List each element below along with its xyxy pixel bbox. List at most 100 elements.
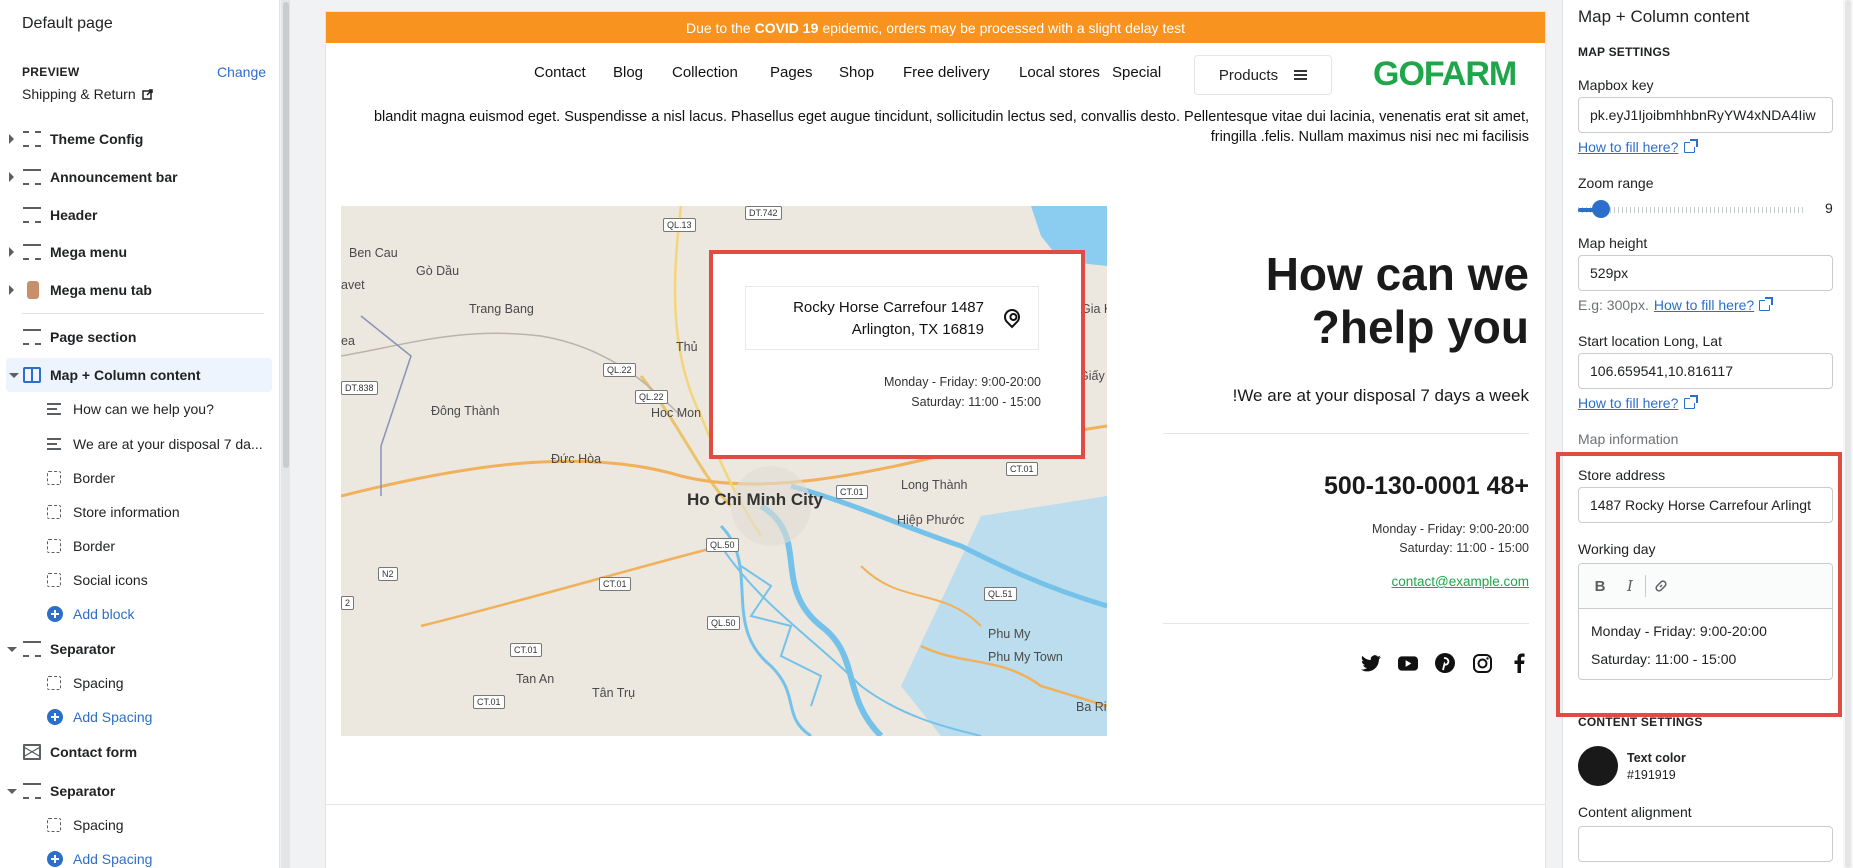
road-shield: 2 (341, 596, 355, 610)
content-alignment-select[interactable] (1578, 826, 1833, 862)
add-block-label: Add block (73, 606, 135, 622)
preview-change-link[interactable]: Change (217, 64, 266, 80)
nav-blog[interactable]: Blog (613, 64, 643, 81)
hours-weekdays: Monday - Friday: 9:00-20:00 (1371, 522, 1529, 536)
start-location-input[interactable]: 106.659541,10.816117 (1578, 353, 1833, 389)
block-border[interactable]: Border (0, 529, 272, 563)
caret-down-icon[interactable] (9, 372, 19, 378)
store-logo[interactable]: GOFARM (1373, 55, 1517, 94)
nav-collection[interactable]: Collection (672, 64, 738, 81)
add-spacing-button[interactable]: Add Spacing (0, 842, 272, 868)
twitter-icon[interactable] (1361, 653, 1381, 673)
email-link[interactable]: contact@example.com (1391, 574, 1529, 589)
sidebar-scrollbar-thumb[interactable] (283, 2, 289, 468)
mapbox-key-input[interactable]: pk.eyJ1IjoibmhhbnRyYW4xNDA4Iiw (1578, 97, 1833, 133)
facebook-icon[interactable] (1509, 653, 1529, 673)
block-heading[interactable]: How can we help you? (0, 392, 272, 426)
section-separator[interactable]: Separator (0, 774, 272, 808)
section-theme-config[interactable]: Theme Config (0, 122, 272, 156)
mapbox-key-help-link[interactable]: How to fill here? (1578, 138, 1699, 155)
block-subheading[interactable]: We are at your disposal 7 da... (0, 427, 272, 461)
image-thumbnail-icon (27, 281, 39, 299)
nav-shop[interactable]: Shop (839, 64, 874, 81)
zoom-value: 9 (1825, 200, 1833, 216)
working-day-content[interactable]: Monday - Friday: 9:00-20:00 Saturday: 11… (1579, 609, 1832, 679)
zoom-slider-track[interactable] (1578, 207, 1806, 213)
section-header[interactable]: Header (0, 198, 272, 232)
text-color-value: #191919 (1627, 768, 1676, 782)
link-icon[interactable] (1646, 571, 1676, 601)
section-mega-menu[interactable]: Mega menu (0, 235, 272, 269)
working-day-label: Working day (1578, 541, 1656, 557)
caret-right-icon[interactable] (9, 285, 14, 295)
zoom-slider-thumb[interactable] (1591, 200, 1610, 218)
section-mega-menu-tab[interactable]: Mega menu tab (0, 273, 272, 307)
text-color-swatch[interactable] (1578, 746, 1618, 786)
products-menu-button[interactable]: Products (1194, 55, 1332, 95)
pinterest-icon[interactable] (1435, 653, 1455, 673)
youtube-icon[interactable] (1398, 653, 1418, 673)
block-spacing[interactable]: Spacing (0, 808, 272, 842)
section-contact-form[interactable]: Contact form (0, 735, 272, 769)
popup-address-line-1: Rocky Horse Carrefour 1487 (793, 299, 984, 316)
contact-heading: How can we ?help you (1266, 248, 1529, 354)
main-navigation: Contact Blog Collection Pages Shop Free … (326, 43, 1545, 103)
working-day-editor[interactable]: B I Monday - Friday: 9:00-20:00 Saturday… (1578, 563, 1833, 680)
hamburger-icon (1294, 70, 1308, 80)
zoom-range-label: Zoom range (1578, 175, 1654, 191)
settings-scrollbar-thumb[interactable] (1845, 0, 1851, 868)
caret-right-icon[interactable] (9, 134, 14, 144)
nav-pages[interactable]: Pages (770, 64, 813, 81)
sections-sidebar: Default page PREVIEW Change Shipping & R… (0, 0, 280, 868)
start-location-help-link[interactable]: How to fill here? (1578, 394, 1699, 411)
block-label: Border (73, 538, 116, 554)
nav-local-stores[interactable]: Local stores (1019, 64, 1100, 81)
section-announcement-bar[interactable]: Announcement bar (0, 160, 272, 194)
products-label: Products (1218, 66, 1279, 84)
block-icon (47, 539, 61, 553)
map-place-label: Đông Thành (431, 404, 500, 418)
block-label: We are at your disposal 7 da... (73, 436, 263, 452)
road-shield: CT.01 (510, 643, 542, 657)
block-label: Social icons (73, 572, 148, 588)
block-border[interactable]: Border (0, 461, 272, 495)
road-shield: QL.51 (984, 587, 1017, 601)
help-link-text: How to fill here? (1578, 139, 1679, 155)
heading-line-1: How can we (1265, 248, 1529, 300)
start-location-label: Start location Long, Lat (1578, 333, 1722, 349)
section-separator[interactable]: Separator (0, 632, 272, 666)
block-spacing[interactable]: Spacing (0, 666, 272, 700)
block-store-information[interactable]: Store information (0, 495, 272, 529)
add-block-button[interactable]: Add block (0, 597, 272, 631)
phone-number[interactable]: 500-130-0001 48+ (1324, 472, 1529, 501)
section-map-column-content[interactable]: Map + Column content (6, 358, 272, 392)
nav-contact[interactable]: Contact (534, 64, 586, 81)
block-icon (47, 471, 61, 485)
instagram-icon[interactable] (1472, 653, 1492, 673)
road-shield: CT.01 (1006, 462, 1038, 476)
block-social-icons[interactable]: Social icons (0, 563, 272, 597)
caret-down-icon[interactable] (7, 646, 17, 652)
store-address-input[interactable]: 1487 Rocky Horse Carrefour Arlingt (1578, 487, 1833, 523)
add-spacing-button[interactable]: Add Spacing (0, 700, 272, 734)
hours-saturday: Saturday: 11:00 - 15:00 (1399, 541, 1529, 555)
map-place-label: Ba Ri (1076, 700, 1107, 714)
caret-right-icon[interactable] (9, 247, 14, 257)
road-shield: CT.01 (599, 577, 631, 591)
section-label: Page section (50, 329, 137, 345)
section-page-section[interactable]: Page section (0, 320, 272, 354)
map-place-label: ea (341, 334, 355, 348)
preview-page-value[interactable]: Shipping & Return (22, 86, 153, 102)
nav-special[interactable]: Special (1112, 64, 1161, 81)
map-store-popup[interactable]: Rocky Horse Carrefour 1487 Arlington, TX… (709, 250, 1085, 459)
map-height-help-link[interactable]: How to fill here? (1654, 297, 1754, 313)
section-icon (23, 641, 41, 657)
caret-right-icon[interactable] (9, 172, 14, 182)
help-link-text: How to fill here? (1578, 395, 1679, 411)
caret-down-icon[interactable] (7, 788, 17, 794)
heading-line-2: ?help you (1311, 301, 1529, 353)
nav-free-delivery[interactable]: Free delivery (903, 64, 990, 81)
italic-icon[interactable]: I (1615, 571, 1645, 601)
bold-icon[interactable]: B (1585, 571, 1615, 601)
map-height-input[interactable]: 529px (1578, 255, 1833, 291)
